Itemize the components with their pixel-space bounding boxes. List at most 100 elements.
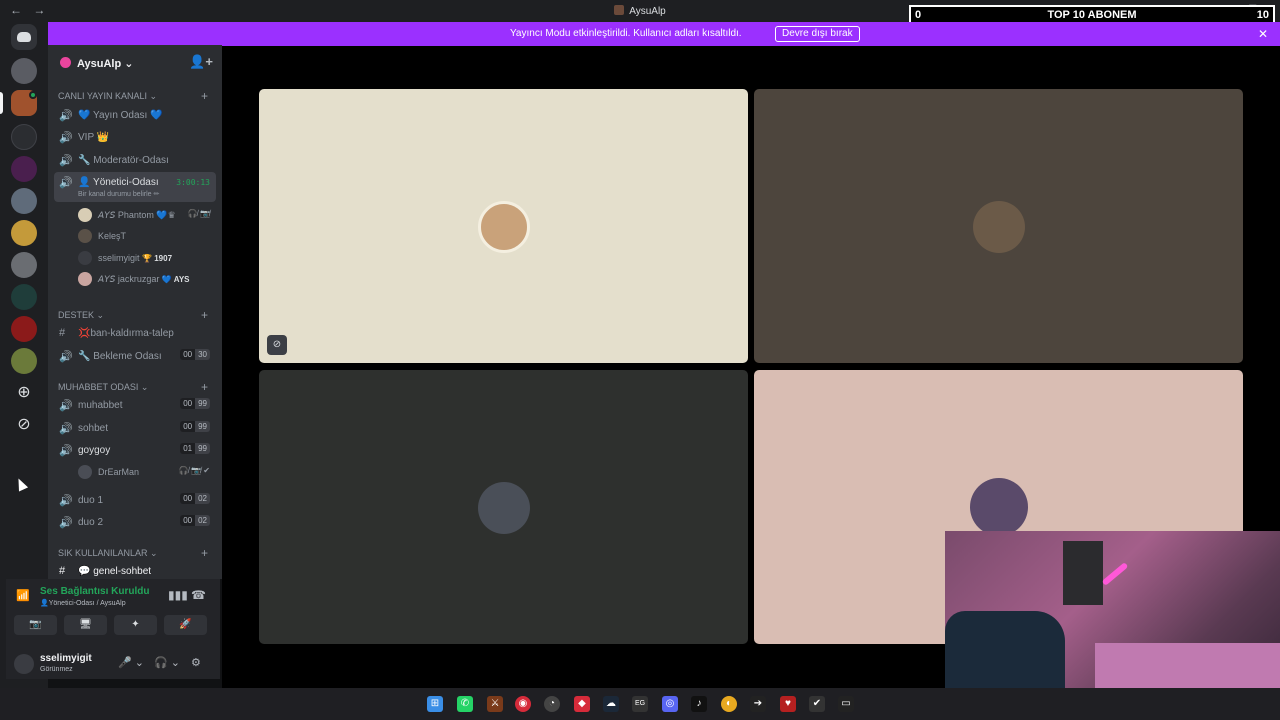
disconnect-icon[interactable]: ☎ (191, 588, 206, 602)
create-channel-icon[interactable]: + (201, 546, 208, 560)
channel-moderator[interactable]: 🔊 🔧 Moderatör-Odası (54, 150, 216, 170)
settings-gear-icon[interactable]: ⚙ (191, 656, 201, 669)
epic-games-icon[interactable]: EG (632, 696, 648, 712)
hashtag-icon: # (59, 327, 66, 339)
app-icon[interactable]: ✔ (809, 696, 825, 712)
voice-user[interactable]: KeleşT (76, 226, 216, 246)
camera-off-button[interactable]: 📷 (14, 615, 57, 635)
participant-tile[interactable] (754, 89, 1243, 363)
channel-label: 🔧 Bekleme Odası (78, 351, 162, 362)
participant-tile[interactable] (259, 370, 748, 644)
obs-icon[interactable]: ◔ (544, 696, 560, 712)
avatar (78, 208, 92, 222)
channel-genel-sohbet[interactable]: # 💬 genel-sohbet (54, 561, 216, 581)
capcut-icon[interactable]: ➔ (750, 696, 766, 712)
user-count-limit: 99 (195, 443, 210, 454)
explore-servers-icon[interactable]: ⊘ (11, 412, 37, 438)
banner-close-icon[interactable]: ✕ (1258, 27, 1268, 41)
channel-muhabbet[interactable]: 🔊 muhabbet 00 99 (54, 395, 216, 415)
user-tag: 🏆 1907 (142, 254, 173, 263)
subscriber-goal: 10 (1256, 9, 1269, 21)
server-icon[interactable] (11, 316, 37, 342)
server-icon[interactable] (11, 124, 37, 150)
server-icon[interactable] (11, 58, 37, 84)
channel-duo2[interactable]: 🔊 duo 2 00 02 (54, 512, 216, 532)
channel-goygoy[interactable]: 🔊 goygoy 01 99 (54, 440, 216, 460)
game-icon[interactable]: ⚔ (487, 696, 503, 712)
steam-icon[interactable]: ☁ (603, 696, 619, 712)
microphone-icon[interactable]: 🎤 ⌄ (118, 656, 144, 669)
channel-sohbet[interactable]: 🔊 sohbet 00 99 (54, 418, 216, 438)
category-chat[interactable]: MUHABBET ODASI ⌄ + (58, 380, 218, 394)
headset-icon[interactable]: 🎧 ⌄ (154, 656, 180, 669)
category-support[interactable]: DESTEK ⌄ + (58, 308, 218, 322)
soundboard-button[interactable]: 🚀 (164, 615, 207, 635)
channel-bekleme[interactable]: 🔊 🔧 Bekleme Odası 00 30 (54, 346, 216, 366)
current-username[interactable]: sselimyigit (40, 653, 92, 664)
server-icon[interactable] (11, 284, 37, 310)
category-label: SIK KULLANILANLAR ⌄ (58, 548, 158, 558)
tiktok-icon[interactable]: ♪ (691, 696, 707, 712)
wall-poster (1063, 541, 1103, 605)
riot-icon[interactable]: ◆ (574, 696, 590, 712)
server-icon[interactable] (11, 348, 37, 374)
bed (1095, 643, 1280, 693)
screen-share-button[interactable]: 🖥 (64, 615, 107, 635)
category-live[interactable]: CANLI YAYIN KANALI ⌄ + (58, 89, 218, 103)
server-icon[interactable] (11, 220, 37, 246)
voice-user[interactable]: 𝘈𝘠𝘚 jackruzgar 💙 AYS (76, 269, 216, 289)
participant-avatar (970, 478, 1028, 536)
voice-user[interactable]: 𝘈𝘠𝘚 Phantom 💙♛ 🎧̸ 📷̸ (76, 205, 216, 225)
voice-connected-label[interactable]: Ses Bağlantısı Kuruldu (40, 586, 149, 597)
voice-channel-path[interactable]: 👤Yönetici-Odası / AysuAlp (40, 599, 126, 607)
user-count: 00 99 (180, 421, 210, 432)
channel-duo1[interactable]: 🔊 duo 1 00 02 (54, 490, 216, 510)
speaker-icon: 🔊 (59, 110, 73, 122)
discord-icon[interactable]: ◎ (662, 696, 678, 712)
signal-icon[interactable]: 📶 (16, 589, 30, 602)
opera-icon[interactable]: ◉ (515, 696, 531, 712)
whatsapp-icon[interactable]: ✆ (457, 696, 473, 712)
channel-vip[interactable]: 🔊 VIP 👑 (54, 127, 216, 147)
channel-yayin[interactable]: 🔊 💙 Yayın Odası 💙 (54, 105, 216, 125)
app-icon (614, 5, 625, 15)
server-icon[interactable] (11, 252, 37, 278)
discord-home-icon[interactable] (11, 24, 37, 50)
disable-streamer-mode-button[interactable]: Devre dışı bırak (775, 26, 860, 42)
muted-icons: 🎧̸ 📷̸ (187, 209, 210, 218)
guild-icon (60, 57, 71, 68)
activities-button[interactable]: ✦ (114, 615, 157, 635)
user-count: 00 02 (180, 493, 210, 504)
invite-people-icon[interactable]: 👤+ (189, 54, 213, 70)
server-icon[interactable] (11, 188, 37, 214)
noise-suppression-icon[interactable]: ▮▮▮ (168, 588, 188, 602)
add-server-icon[interactable]: ⊕ (11, 380, 37, 406)
speaker-icon: 🔊 (59, 177, 73, 189)
avatar (78, 229, 92, 243)
start-icon[interactable]: ⊞ (427, 696, 443, 712)
user-count-current: 01 (180, 443, 196, 454)
channel-label: 🔧 Moderatör-Odası (78, 155, 169, 166)
server-icon[interactable] (11, 156, 37, 182)
create-channel-icon[interactable]: + (201, 380, 208, 394)
participant-tile[interactable]: ⊘ (259, 89, 748, 363)
video-off-icon: ⊘ (267, 335, 287, 355)
voice-user[interactable]: DrEarMan 🎧̸ 📷̸ ✔ (76, 462, 216, 482)
valorant-icon[interactable]: ♥ (780, 696, 796, 712)
voice-user[interactable]: sselimyigit 🏆 1907 (76, 248, 216, 268)
create-channel-icon[interactable]: + (201, 89, 208, 103)
set-channel-status[interactable]: Bir kanal durumu belirle ✏ (78, 190, 159, 198)
guild-header[interactable]: AysuAlp ⌄ 👤+ (48, 46, 222, 79)
neon-light (1101, 562, 1129, 586)
avatar[interactable] (14, 654, 34, 674)
chrome-icon[interactable]: ◐ (721, 696, 737, 712)
participant-avatar (478, 482, 530, 534)
category-label: DESTEK ⌄ (58, 310, 105, 320)
create-channel-icon[interactable]: + (201, 308, 208, 322)
avatar (78, 272, 92, 286)
category-label: CANLI YAYIN KANALI ⌄ (58, 91, 158, 101)
terminal-icon[interactable]: ▭ (838, 696, 854, 712)
channel-ban[interactable]: # 💢ban-kaldırma-talep (54, 323, 216, 343)
category-frequent[interactable]: SIK KULLANILANLAR ⌄ + (58, 546, 218, 560)
channel-yonetici[interactable]: 🔊 👤 Yönetici-Odası Bir kanal durumu beli… (54, 172, 216, 202)
